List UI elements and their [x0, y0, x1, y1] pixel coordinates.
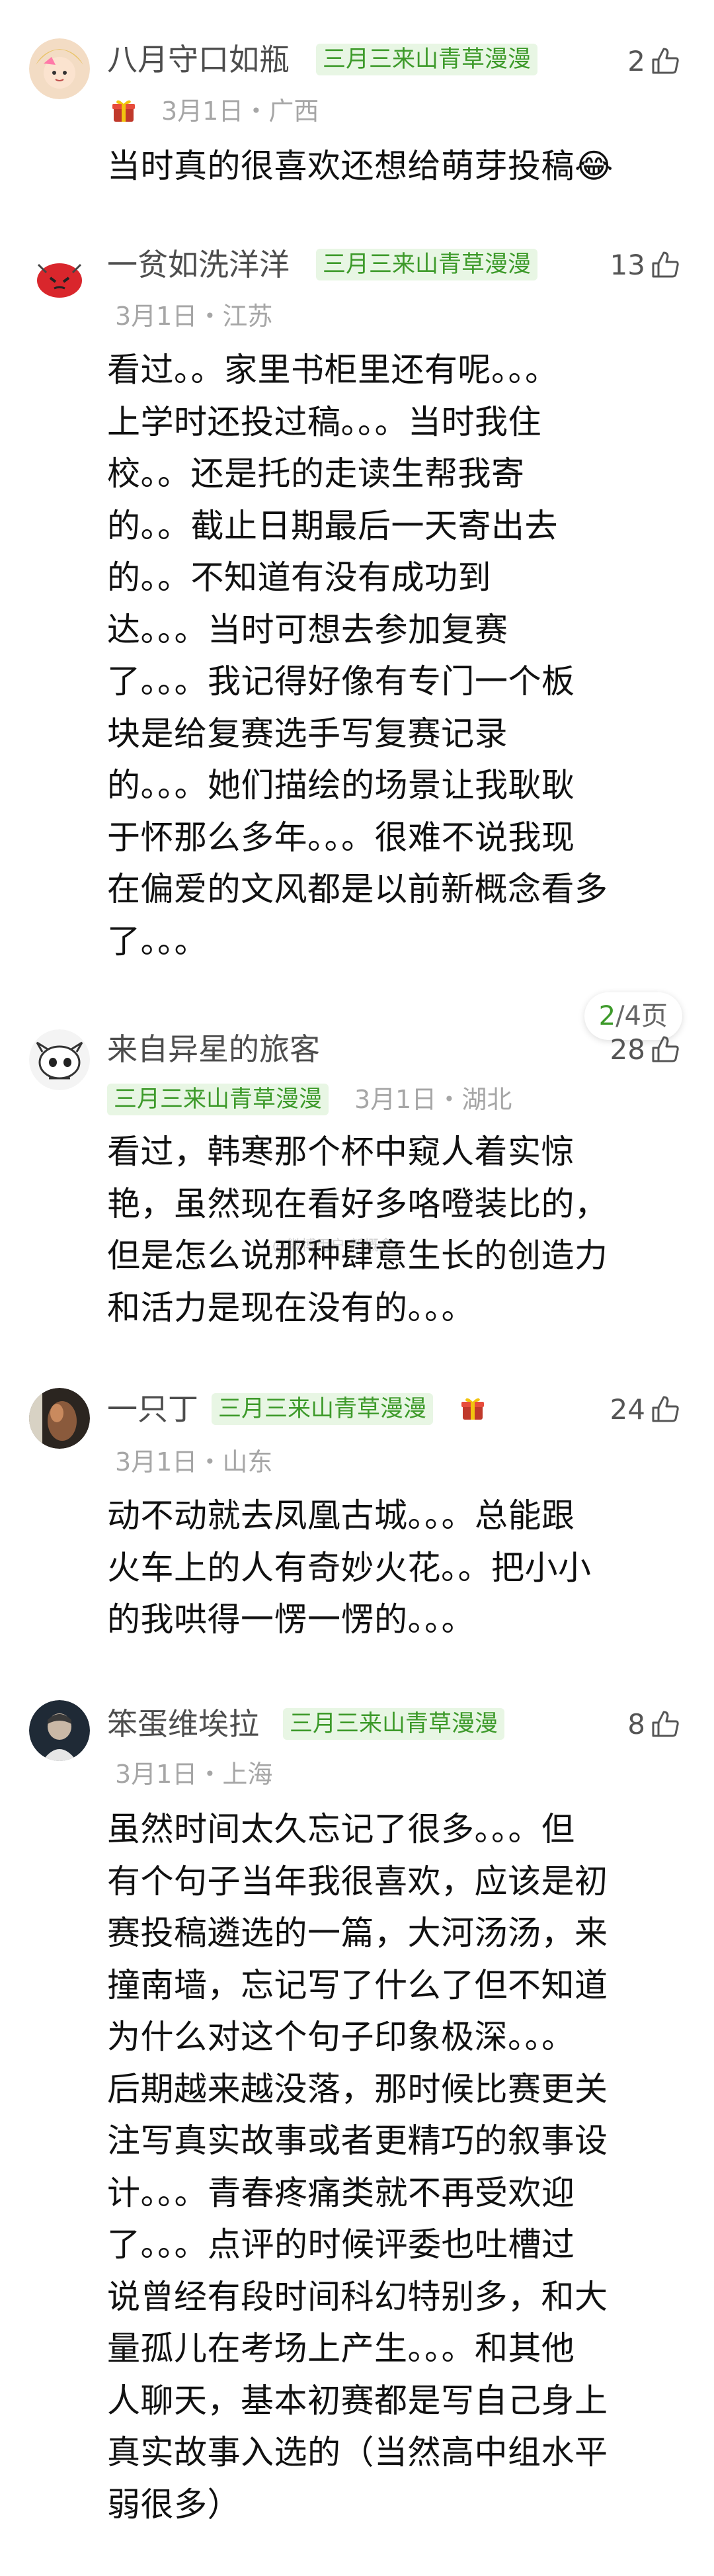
avatar[interactable] [29, 245, 90, 306]
avatar[interactable] [29, 1388, 90, 1449]
thumbs-up-icon [649, 1708, 681, 1740]
username[interactable]: 一只丁 [107, 1389, 198, 1429]
fan-badge[interactable]: 三月三来山青草漫漫 [316, 249, 538, 280]
username[interactable]: 来自异星的旅客 [107, 1029, 320, 1069]
username[interactable]: 笨蛋维埃拉 [107, 1704, 259, 1744]
comment-meta: 3月1日・江苏 [115, 302, 273, 331]
comment-text: 当时真的很喜欢还想给萌芽投稿😂 [107, 147, 614, 185]
username[interactable]: 八月守口如瓶 [107, 40, 290, 79]
fan-badge[interactable]: 三月三来山青草漫漫 [283, 1708, 505, 1740]
comment-text: 虽然时间太久忘记了很多。。。但 有个句子当年我很喜欢，应该是初 赛投稿遴选的一篇… [107, 1810, 608, 2524]
comment-meta: 3月1日・上海 [115, 1760, 273, 1789]
like-button[interactable]: 13 [610, 245, 681, 284]
comment-text: 看过。。家里书柜里还有呢。。。 上学时还投过稿。。。当时我住 校。。还是托的走读… [107, 351, 608, 961]
watermark: @微博用户 新概念 [272, 1238, 393, 1254]
fan-badge[interactable]: 三月三来山青草漫漫 [212, 1393, 434, 1425]
like-count: 24 [610, 1393, 645, 1426]
gift-icon [110, 97, 138, 124]
fan-badge[interactable]: 三月三来山青草漫漫 [316, 44, 538, 75]
comment-meta: 3月1日・湖北 [354, 1085, 512, 1114]
comment-text: 看过，韩寒那个杯中窥人着实惊 艳，虽然现在看好多咯噔装比的， 但是怎么说那种肆意… [107, 1133, 608, 1327]
total-pages: /4页 [615, 1001, 668, 1031]
comment-text: 动不动就去凤凰古城。。。总能跟 火车上的人有奇妙火花。。把小小 的我哄得一愣一愣… [107, 1496, 592, 1639]
like-button[interactable]: 2 [627, 41, 681, 81]
like-count: 8 [627, 1707, 645, 1740]
fan-badge[interactable]: 三月三来山青草漫漫 [107, 1084, 329, 1115]
like-count: 28 [610, 1033, 645, 1066]
like-button[interactable]: 28 [610, 1029, 681, 1069]
avatar[interactable] [29, 38, 90, 99]
avatar[interactable] [29, 1029, 90, 1090]
like-button[interactable]: 24 [610, 1389, 681, 1429]
thumbs-up-icon [649, 45, 681, 77]
comment-meta: 3月1日・山东 [115, 1447, 273, 1477]
like-count: 13 [610, 248, 645, 281]
current-page: 2 [598, 1001, 616, 1031]
like-button[interactable]: 8 [627, 1704, 681, 1744]
like-count: 2 [627, 44, 645, 77]
gift-icon [459, 1395, 487, 1422]
comment-meta: 3月1日・广西 [161, 97, 319, 126]
thumbs-up-icon [649, 1033, 681, 1065]
thumbs-up-icon [649, 249, 681, 280]
thumbs-up-icon [649, 1393, 681, 1425]
username[interactable]: 一贫如洗洋洋 [107, 245, 290, 284]
avatar[interactable] [29, 1700, 90, 1761]
